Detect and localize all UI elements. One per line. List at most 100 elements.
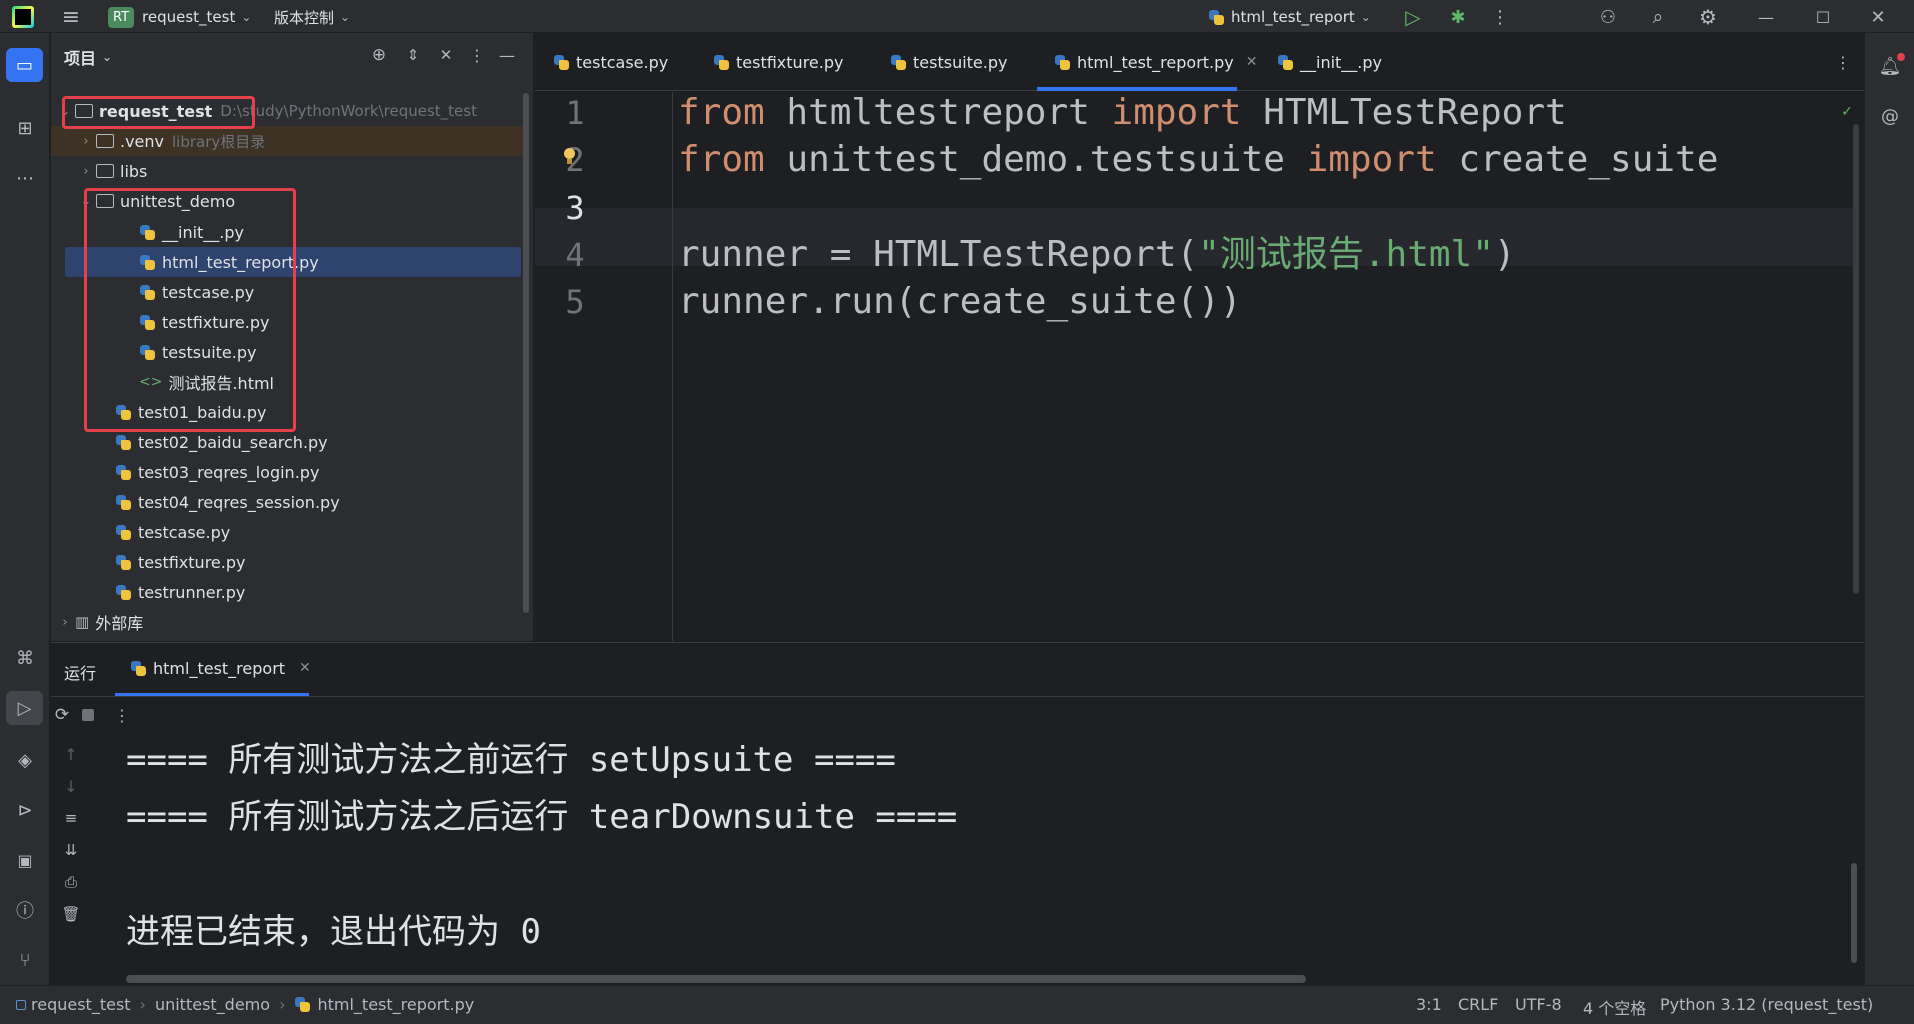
tree-file[interactable]: testrunner.py — [115, 577, 245, 607]
console-output-line: 进程已结束，退出代码为 0 — [126, 912, 541, 952]
run-panel: 运行 html_test_report ✕ ⟳ ⋮ ↑ ↓ ≡ ⇊ ⎙ 🗑︎ =… — [51, 642, 1864, 985]
settings-gear-icon[interactable]: ⚙ — [1695, 4, 1721, 30]
run-tool-icon[interactable]: ▷ — [6, 691, 43, 725]
tree-external-libs[interactable]: › ▥ 外部库 — [55, 607, 143, 637]
tree-file[interactable]: testfixture.py — [115, 547, 245, 577]
python-file-icon — [115, 584, 132, 601]
tree-item-venv[interactable]: › .venv library根目录 — [76, 126, 265, 156]
file-label: test03_reqres_login.py — [138, 462, 320, 482]
scroll-to-end-icon[interactable]: ⇊ — [59, 838, 83, 862]
tab-html-test-report[interactable]: html_test_report.py ✕ — [1054, 33, 1257, 91]
tree-file[interactable]: testcase.py — [115, 517, 230, 547]
code-editor[interactable]: 1 2 3 4 5 from htmltestreport import HTM… — [535, 92, 1864, 641]
root-folder-path: D:\study\PythonWork\request_test — [220, 102, 477, 120]
close-tab-icon[interactable]: ✕ — [299, 660, 311, 676]
vcs-menu[interactable]: 版本控制 ⌄ — [274, 4, 350, 30]
close-tab-icon[interactable]: ✕ — [1246, 54, 1258, 70]
breadcrumb-item[interactable]: html_test_report.py — [317, 995, 474, 1014]
project-scrollbar[interactable] — [523, 93, 529, 613]
console-vertical-scrollbar[interactable] — [1851, 863, 1857, 963]
locate-file-icon[interactable]: ⊕ — [367, 43, 391, 67]
module-name: unittest_demo.testsuite — [786, 139, 1285, 180]
inspection-ok-check-icon[interactable]: ✓ — [1837, 100, 1857, 120]
problems-icon[interactable]: ⓘ — [10, 895, 40, 925]
chevron-down-icon: ⌄ — [241, 10, 252, 24]
project-panel-header[interactable]: 项目 ⌄ — [64, 45, 112, 69]
project-switcher[interactable]: RT request_test ⌄ — [108, 4, 251, 30]
more-run-options-icon[interactable]: ⋮ — [112, 703, 132, 727]
options-icon[interactable]: ⋮ — [465, 43, 489, 67]
more-tools-icon[interactable]: ⋯ — [10, 163, 40, 193]
console-horizontal-scrollbar[interactable] — [126, 975, 1306, 983]
rerun-icon[interactable]: ⟳ — [52, 703, 72, 727]
tab-testsuite[interactable]: testsuite.py — [890, 33, 1007, 91]
python-file-icon — [1277, 54, 1294, 71]
stop-icon[interactable] — [82, 709, 94, 721]
file-label: testrunner.py — [138, 582, 246, 602]
file-label: testfixture.py — [138, 552, 246, 572]
structure-icon[interactable]: ⊞ — [10, 113, 40, 143]
search-icon[interactable]: ⌕ — [1645, 4, 1671, 30]
folder-icon — [96, 134, 114, 148]
hide-panel-icon[interactable]: — — [495, 43, 519, 67]
tab-label: testcase.py — [576, 52, 669, 72]
folder-icon — [96, 164, 114, 178]
maximize-icon[interactable]: ☐ — [1810, 4, 1836, 30]
venv-label: .venv — [120, 131, 165, 151]
python-file-icon — [115, 524, 132, 541]
code-line-5: runner.run(create_suite()) — [678, 281, 1242, 322]
tab-init[interactable]: __init__.py — [1277, 33, 1382, 91]
expand-all-icon[interactable]: ⇕ — [401, 43, 425, 67]
python-interpreter[interactable]: Python 3.12 (request_test) — [1660, 995, 1873, 1014]
indent-setting[interactable]: 4 个空格 — [1583, 995, 1646, 1019]
tree-file[interactable]: test04_reqres_session.py — [115, 487, 340, 517]
more-actions-icon[interactable]: ⋮ — [1487, 4, 1513, 30]
layers-icon[interactable]: ◈ — [10, 745, 40, 775]
caret-position[interactable]: 3:1 — [1416, 995, 1442, 1014]
project-badge: RT — [108, 6, 135, 28]
run-config-selector[interactable]: html_test_report ⌄ — [1208, 4, 1371, 30]
file-label: testcase.py — [138, 522, 231, 542]
close-window-icon[interactable]: ✕ — [1865, 4, 1891, 30]
soft-wrap-icon[interactable]: ≡ — [59, 806, 83, 830]
trash-icon[interactable]: 🗑︎ — [59, 902, 83, 926]
vcs-menu-label: 版本控制 — [274, 8, 335, 27]
line-separator[interactable]: CRLF — [1458, 995, 1498, 1014]
editor-scrollbar[interactable] — [1853, 124, 1859, 594]
breadcrumb-item[interactable]: request_test — [31, 995, 131, 1014]
project-panel-title: 项目 — [64, 49, 97, 68]
arrow-up-icon[interactable]: ↑ — [59, 742, 83, 766]
tree-file[interactable]: test03_reqres_login.py — [115, 457, 319, 487]
run-tab-html-test-report[interactable]: html_test_report ✕ — [130, 653, 311, 683]
arrow-down-icon[interactable]: ↓ — [59, 774, 83, 798]
breadcrumb-separator-icon: › — [279, 995, 286, 1014]
pycharm-logo-icon — [12, 6, 34, 28]
git-branch-icon[interactable]: ⑂ — [10, 945, 40, 975]
python-console-icon[interactable]: ⌘ — [10, 643, 40, 673]
library-icon: ▥ — [75, 613, 90, 631]
chevron-right-icon: › — [83, 163, 89, 179]
python-file-icon — [115, 434, 132, 451]
file-encoding[interactable]: UTF-8 — [1515, 995, 1562, 1014]
keyword: from — [678, 92, 765, 133]
tab-testcase[interactable]: testcase.py — [553, 33, 668, 91]
tab-options-icon[interactable]: ⋮ — [1831, 50, 1855, 74]
tab-testfixture[interactable]: testfixture.py — [713, 33, 843, 91]
collapse-all-icon[interactable]: ✕ — [434, 43, 458, 67]
services-icon[interactable]: ⊳ — [10, 795, 40, 825]
lightbulb-icon[interactable] — [562, 148, 576, 166]
tree-item-libs[interactable]: › libs — [76, 156, 147, 186]
ai-assistant-icon[interactable]: @ — [1875, 101, 1905, 131]
terminal-icon[interactable]: ▣ — [10, 845, 40, 875]
run-icon[interactable]: ▷ — [1400, 4, 1426, 30]
minimize-icon[interactable]: — — [1753, 4, 1779, 30]
debug-icon[interactable]: ✱ — [1445, 4, 1471, 30]
python-file-icon — [115, 464, 132, 481]
project-panel: 项目 ⌄ ⊕ ⇕ ✕ ⋮ — ⌄ request_test D:\study\P… — [51, 33, 534, 641]
add-user-icon[interactable]: ⚇ — [1595, 4, 1621, 30]
print-icon[interactable]: ⎙ — [59, 870, 83, 894]
breadcrumb-item[interactable]: unittest_demo — [155, 995, 270, 1014]
project-folder-icon[interactable]: ▭ — [6, 48, 43, 82]
main-menu-icon[interactable]: ≡ — [58, 4, 84, 30]
imported-name: create_suite — [1458, 139, 1719, 180]
